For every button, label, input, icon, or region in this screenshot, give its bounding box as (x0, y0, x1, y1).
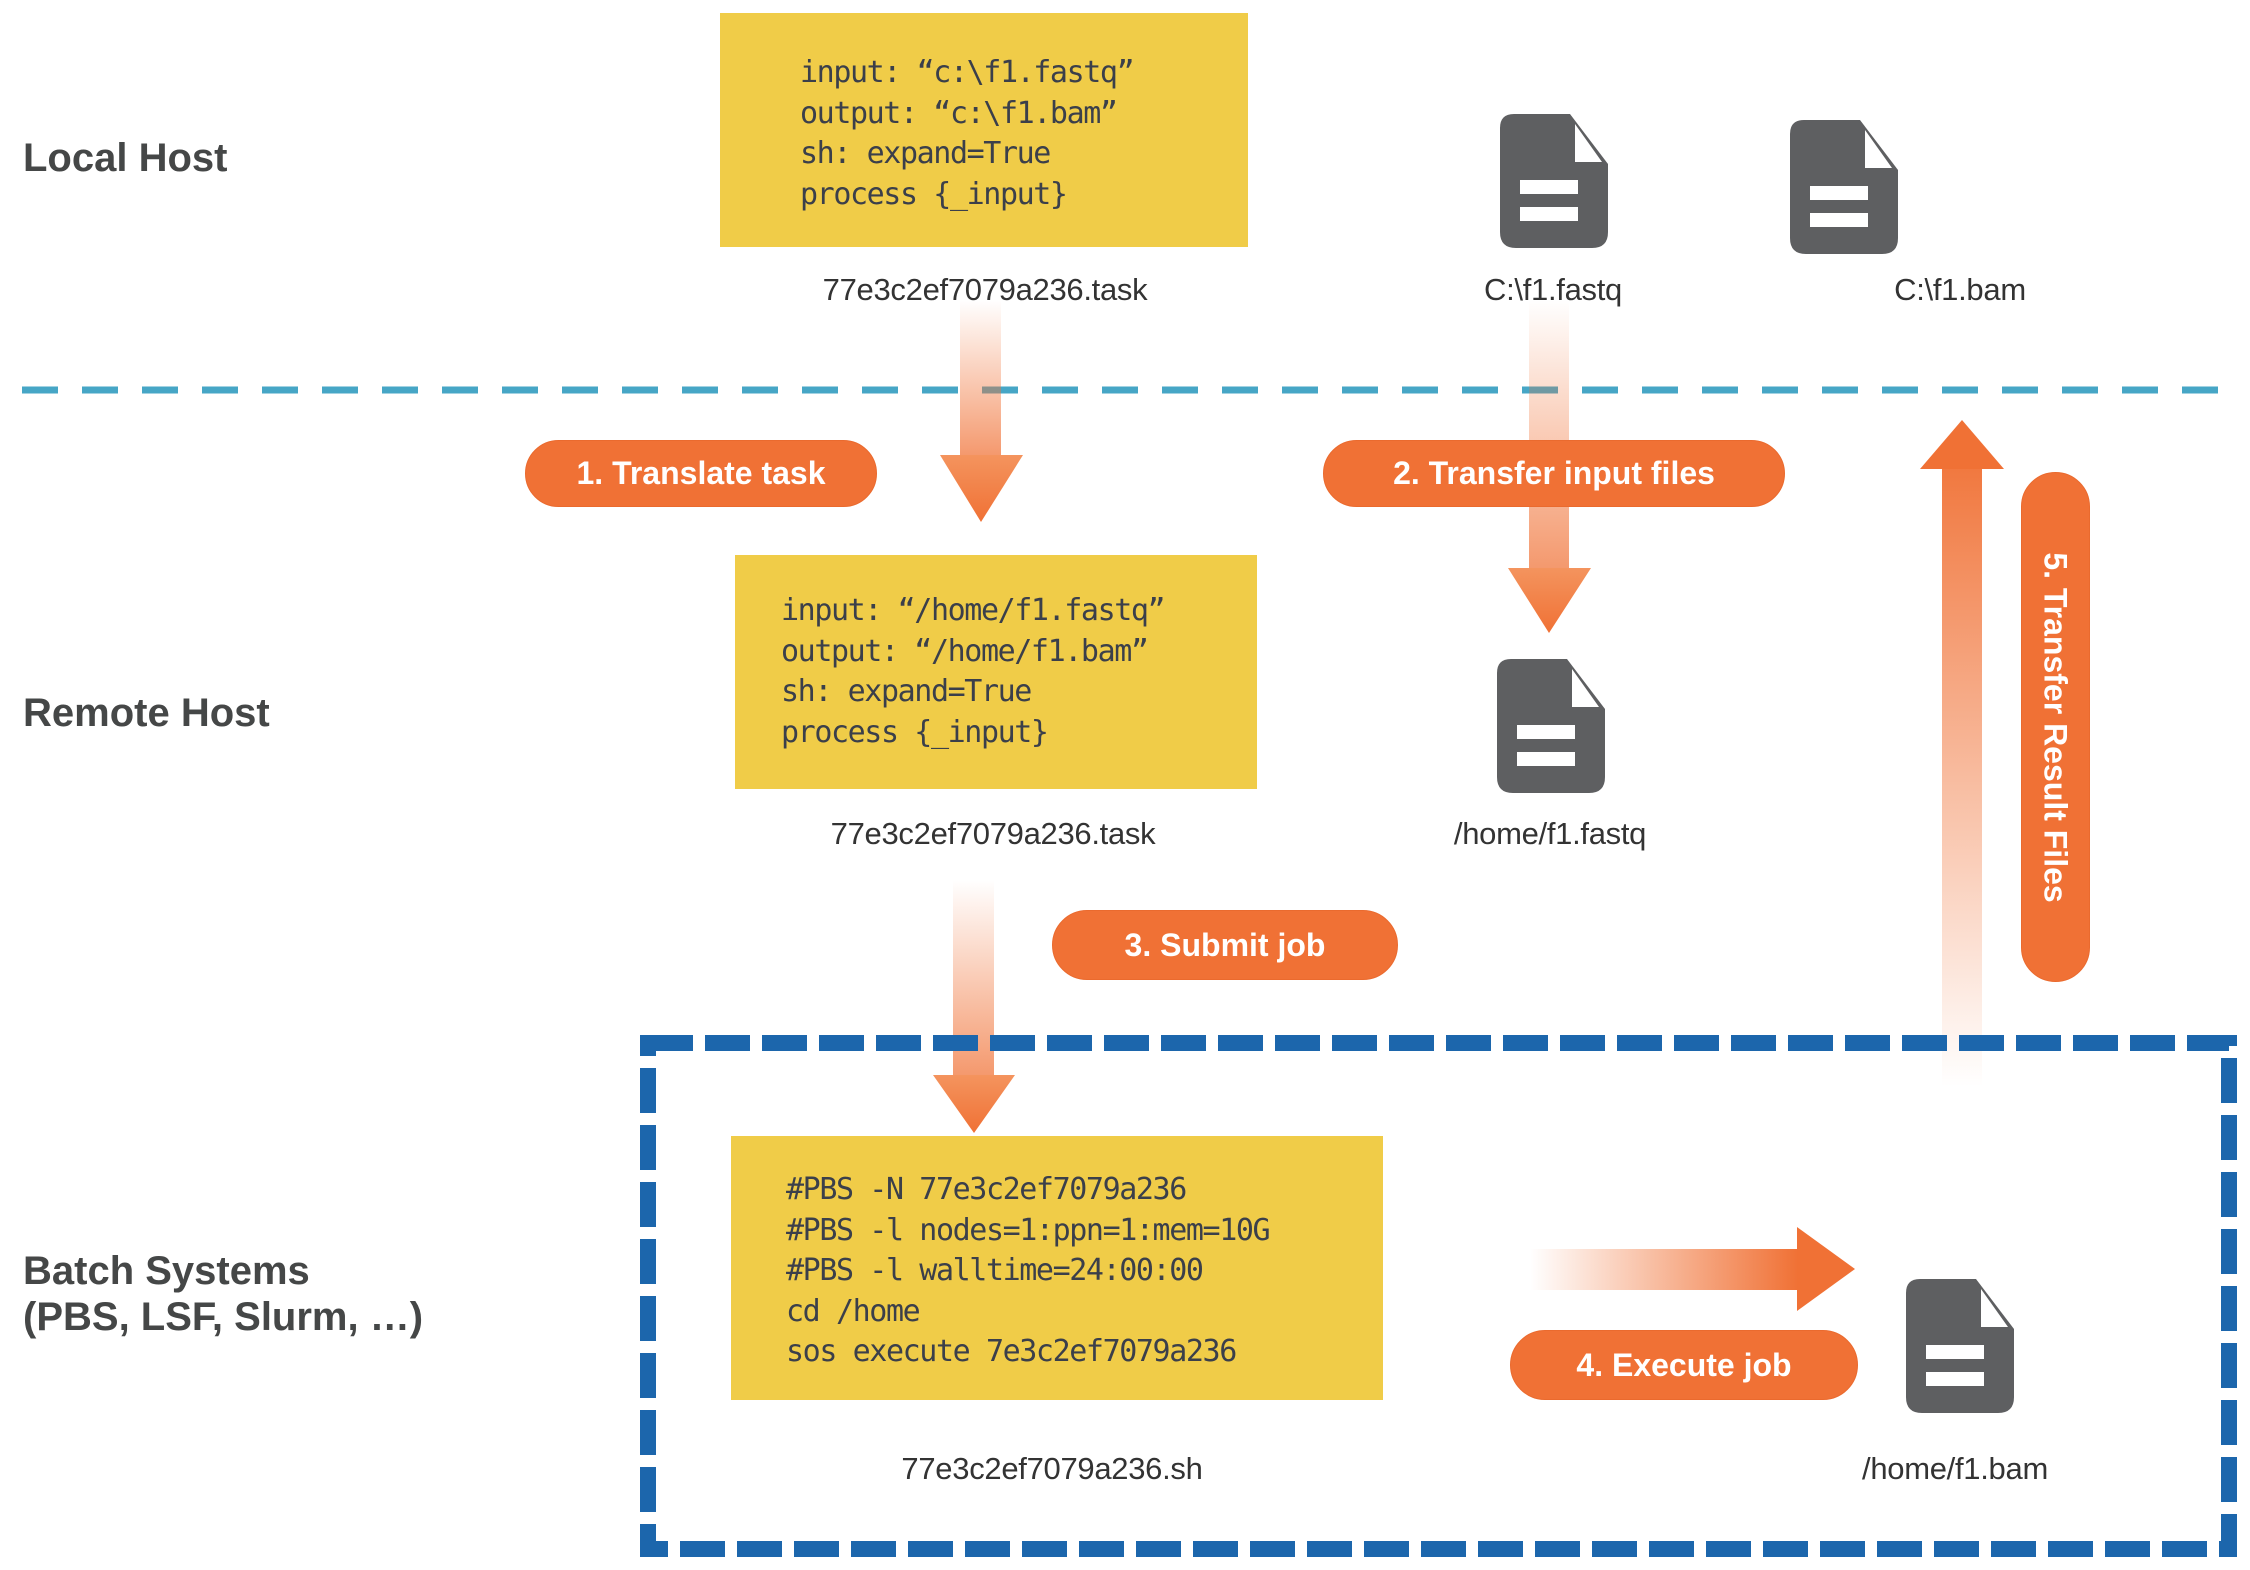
remote-task-filename: 77e3c2ef7079a236.task (830, 816, 1156, 851)
file-icon (1497, 659, 1605, 793)
code-line: #PBS -l nodes=1:ppn=1:mem=10G (786, 1212, 1271, 1248)
code-line: output: “c:\f1.bam” (800, 95, 1118, 131)
remote-fastq-filename: /home/f1.fastq (1453, 816, 1647, 851)
step-1-translate-task: 1. Translate task (525, 440, 877, 507)
section-label-local-host: Local Host (23, 136, 228, 180)
local-task-code-block: input: “c:\f1.fastq” output: “c:\f1.bam”… (720, 13, 1248, 247)
batch-script-filename: 77e3c2ef7079a236.sh (901, 1451, 1203, 1486)
code-line: input: “c:\f1.fastq” (800, 55, 1135, 90)
arrow-execute-job (1530, 1227, 1855, 1311)
code-line: #PBS -N 77e3c2ef7079a236 (786, 1172, 1187, 1207)
step-4-execute-job: 4. Execute job (1510, 1330, 1858, 1400)
file-icon (1906, 1279, 2014, 1413)
local-bam-filename: C:\f1.bam (1894, 272, 2026, 307)
code-line: process {_input} (781, 714, 1049, 750)
code-line: sh: expand=True (781, 674, 1032, 709)
batch-script-code-block: #PBS -N 77e3c2ef7079a236 #PBS -l nodes=1… (731, 1136, 1383, 1400)
batch-systems-subtitle: (PBS, LSF, Slurm, …) (23, 1295, 424, 1339)
step-label: 3. Submit job (1124, 926, 1326, 963)
step-3-submit-job: 3. Submit job (1052, 910, 1398, 980)
batch-systems-title: Batch Systems (23, 1249, 310, 1293)
batch-bam-filename: /home/f1.bam (1862, 1451, 2048, 1486)
remote-task-code-block: input: “/home/f1.fastq” output: “/home/f… (735, 555, 1257, 789)
code-line: sh: expand=True (800, 136, 1051, 171)
code-line: process {_input} (800, 176, 1068, 212)
step-label: 1. Translate task (576, 455, 826, 491)
step-label: 4. Execute job (1576, 1346, 1792, 1383)
step-5-transfer-result-files: 5. Transfer Result Files (2021, 472, 2090, 982)
code-line: input: “/home/f1.fastq” (781, 593, 1166, 628)
step-label: 2. Transfer input files (1393, 455, 1715, 491)
arrow-transfer-result (1920, 420, 2004, 1087)
code-line: sos execute 7e3c2ef7079a236 (786, 1334, 1237, 1369)
code-line: output: “/home/f1.bam” (781, 633, 1149, 669)
code-line: #PBS -l walltime=24:00:00 (786, 1253, 1204, 1288)
step-2-transfer-input-files: 2. Transfer input files (1323, 440, 1785, 507)
file-icon (1790, 120, 1898, 254)
step-label: 5. Transfer Result Files (2038, 551, 2075, 903)
code-line: cd /home (786, 1293, 921, 1329)
section-label-remote-host: Remote Host (23, 691, 270, 735)
section-label-batch-systems: Batch Systems (PBS, LSF, Slurm, …) (23, 1248, 423, 1340)
local-task-filename: 77e3c2ef7079a236.task (822, 272, 1148, 307)
arrow-translate-task (940, 300, 1023, 522)
file-icon (1500, 114, 1608, 248)
arrow-submit-job (933, 880, 1015, 1133)
local-fastq-filename: C:\f1.fastq (1484, 272, 1622, 307)
